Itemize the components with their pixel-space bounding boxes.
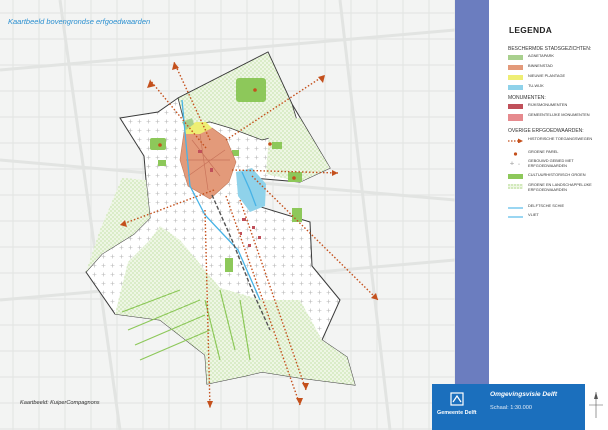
legend-label: NIEUWE PLANTAGE <box>528 73 566 78</box>
water-line-icon <box>508 216 523 218</box>
legend-symbol-rijksmonumenten <box>508 104 523 109</box>
map-credit: Kaartbeeld: KuiperCompagnons <box>20 400 100 406</box>
legend-label: RIJKSMONUMENTEN <box>528 102 568 107</box>
legend-label: DELFTSCHE SCHIE <box>528 203 565 208</box>
legend-section-heading: MONUMENTEN: <box>508 95 546 101</box>
legend-label: GROENE PAREL <box>528 149 559 154</box>
legend-symbol-cultuurhistorisch-groen <box>508 174 523 179</box>
legend-symbol-agnetapark <box>508 55 523 60</box>
logo-text: Gemeente Delft <box>437 410 477 416</box>
legend-label: GEMEENTELIJKE MONUMENTEN <box>528 112 590 117</box>
cross-pattern-icon <box>510 161 520 165</box>
legend-label: HISTORISCHE TOEGANGSWEGEN <box>528 136 593 141</box>
dotted-hatch-icon <box>508 184 523 189</box>
north-arrow-icon <box>589 392 603 418</box>
legend-symbol-gemeentelijke-monumenten <box>508 114 523 121</box>
gemeente-delft-logo: Gemeente Delft <box>437 388 477 416</box>
legend-section-heading: OVERIGE ERFGOEDWAARDEN: <box>508 128 584 134</box>
dotted-arrow-icon <box>508 138 523 143</box>
legend-label: GROENE EN LANDSCHAPPELIJKE ERFGOEDWAARDE… <box>528 182 592 192</box>
footer-title: Omgevingsvisie Delft <box>490 391 558 398</box>
water-line-icon <box>508 207 523 209</box>
map-panel: Kaartbeeld bovengrondse erfgoedwaarden K… <box>0 0 455 430</box>
heritage-map <box>0 0 455 430</box>
legend-symbol-tu-wijk <box>508 85 523 90</box>
legend-section-heading: BESCHERMDE STADSGEZICHTEN: <box>508 46 592 52</box>
sidebar-strip <box>455 0 489 430</box>
legend-label: BINNENSTAD <box>528 63 553 68</box>
legend-panel: LEGENDA BESCHERMDE STADSGEZICHTEN: AGNET… <box>489 0 608 430</box>
footer-bar: Gemeente Delft Omgevingsvisie Delft Scha… <box>432 384 608 430</box>
legend-label: TU-WIJK <box>528 83 544 88</box>
legend-label: AGNETAPARK <box>528 53 555 58</box>
legend-title: LEGENDA <box>509 25 553 35</box>
delft-logo-icon <box>450 392 464 406</box>
legend-label: CULTUURHISTORISCH GROEN <box>528 172 586 177</box>
footer-scale: Schaal: 1:30.000 <box>490 405 532 411</box>
legend-symbol-binnenstad <box>508 65 523 70</box>
legend-label: GEBOUWD GEBIED MET ERFGOEDWAARDEN <box>528 158 574 168</box>
legend-label: VLIET <box>528 212 539 217</box>
legend-symbol-nieuwe-plantage <box>508 75 523 80</box>
map-title: Kaartbeeld bovengrondse erfgoedwaarden <box>8 17 151 26</box>
dot-icon <box>513 152 518 156</box>
